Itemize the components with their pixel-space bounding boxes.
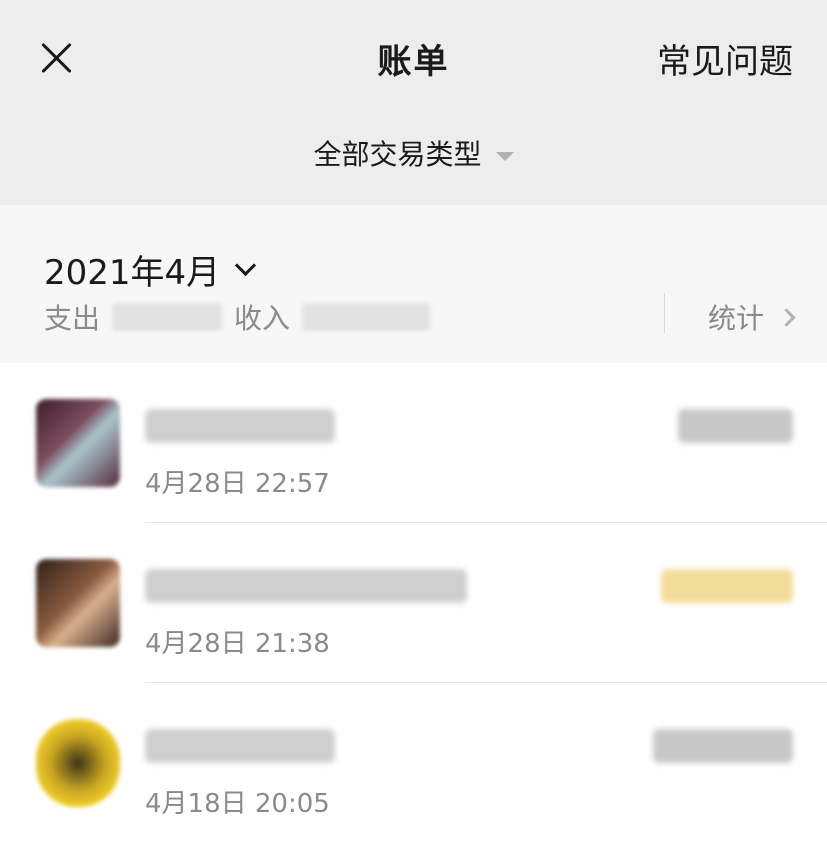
transaction-type-filter[interactable]: 全部交易类型 (0, 133, 827, 173)
transaction-time: 4月18日 20:05 (145, 789, 330, 819)
transaction-row[interactable]: 4月28日 22:57 (0, 363, 827, 523)
transaction-row[interactable]: 4月28日 21:38 (0, 523, 827, 683)
caret-down-icon (495, 151, 514, 161)
chevron-down-icon (235, 254, 257, 277)
filter-label: 全部交易类型 (313, 138, 482, 171)
transaction-amount-redacted (653, 729, 793, 763)
month-summary-bar: 2021年4月 支出 收入 统计 (0, 205, 827, 363)
stats-label: 统计 (707, 302, 764, 335)
avatar (36, 399, 120, 487)
chevron-right-icon (777, 307, 796, 327)
transaction-name-redacted (145, 729, 335, 763)
avatar (36, 719, 120, 807)
transaction-time: 4月28日 21:38 (145, 629, 330, 659)
income-label: 收入 (234, 302, 291, 335)
faq-link[interactable]: 常见问题 (657, 34, 793, 83)
stats-link[interactable]: 统计 (707, 297, 796, 337)
avatar (36, 559, 120, 647)
expense-label: 支出 (44, 302, 101, 335)
month-selector[interactable]: 2021年4月 (44, 245, 257, 294)
month-label: 2021年4月 (44, 253, 221, 293)
month-summary: 支出 收入 (44, 297, 431, 337)
vertical-divider (664, 293, 665, 333)
transaction-list: 4月28日 22:57 4月28日 21:38 4月18日 20:05 (0, 363, 827, 843)
income-value-redacted (302, 303, 431, 331)
top-bar: 账单 常见问题 全部交易类型 (0, 0, 827, 205)
transaction-amount-redacted (678, 409, 793, 443)
transaction-time: 4月28日 22:57 (145, 469, 330, 499)
transaction-row[interactable]: 4月18日 20:05 (0, 683, 827, 843)
expense-value-redacted (112, 303, 223, 331)
transaction-name-redacted (145, 569, 467, 603)
transaction-name-redacted (145, 409, 335, 443)
transaction-amount-redacted (661, 569, 793, 603)
